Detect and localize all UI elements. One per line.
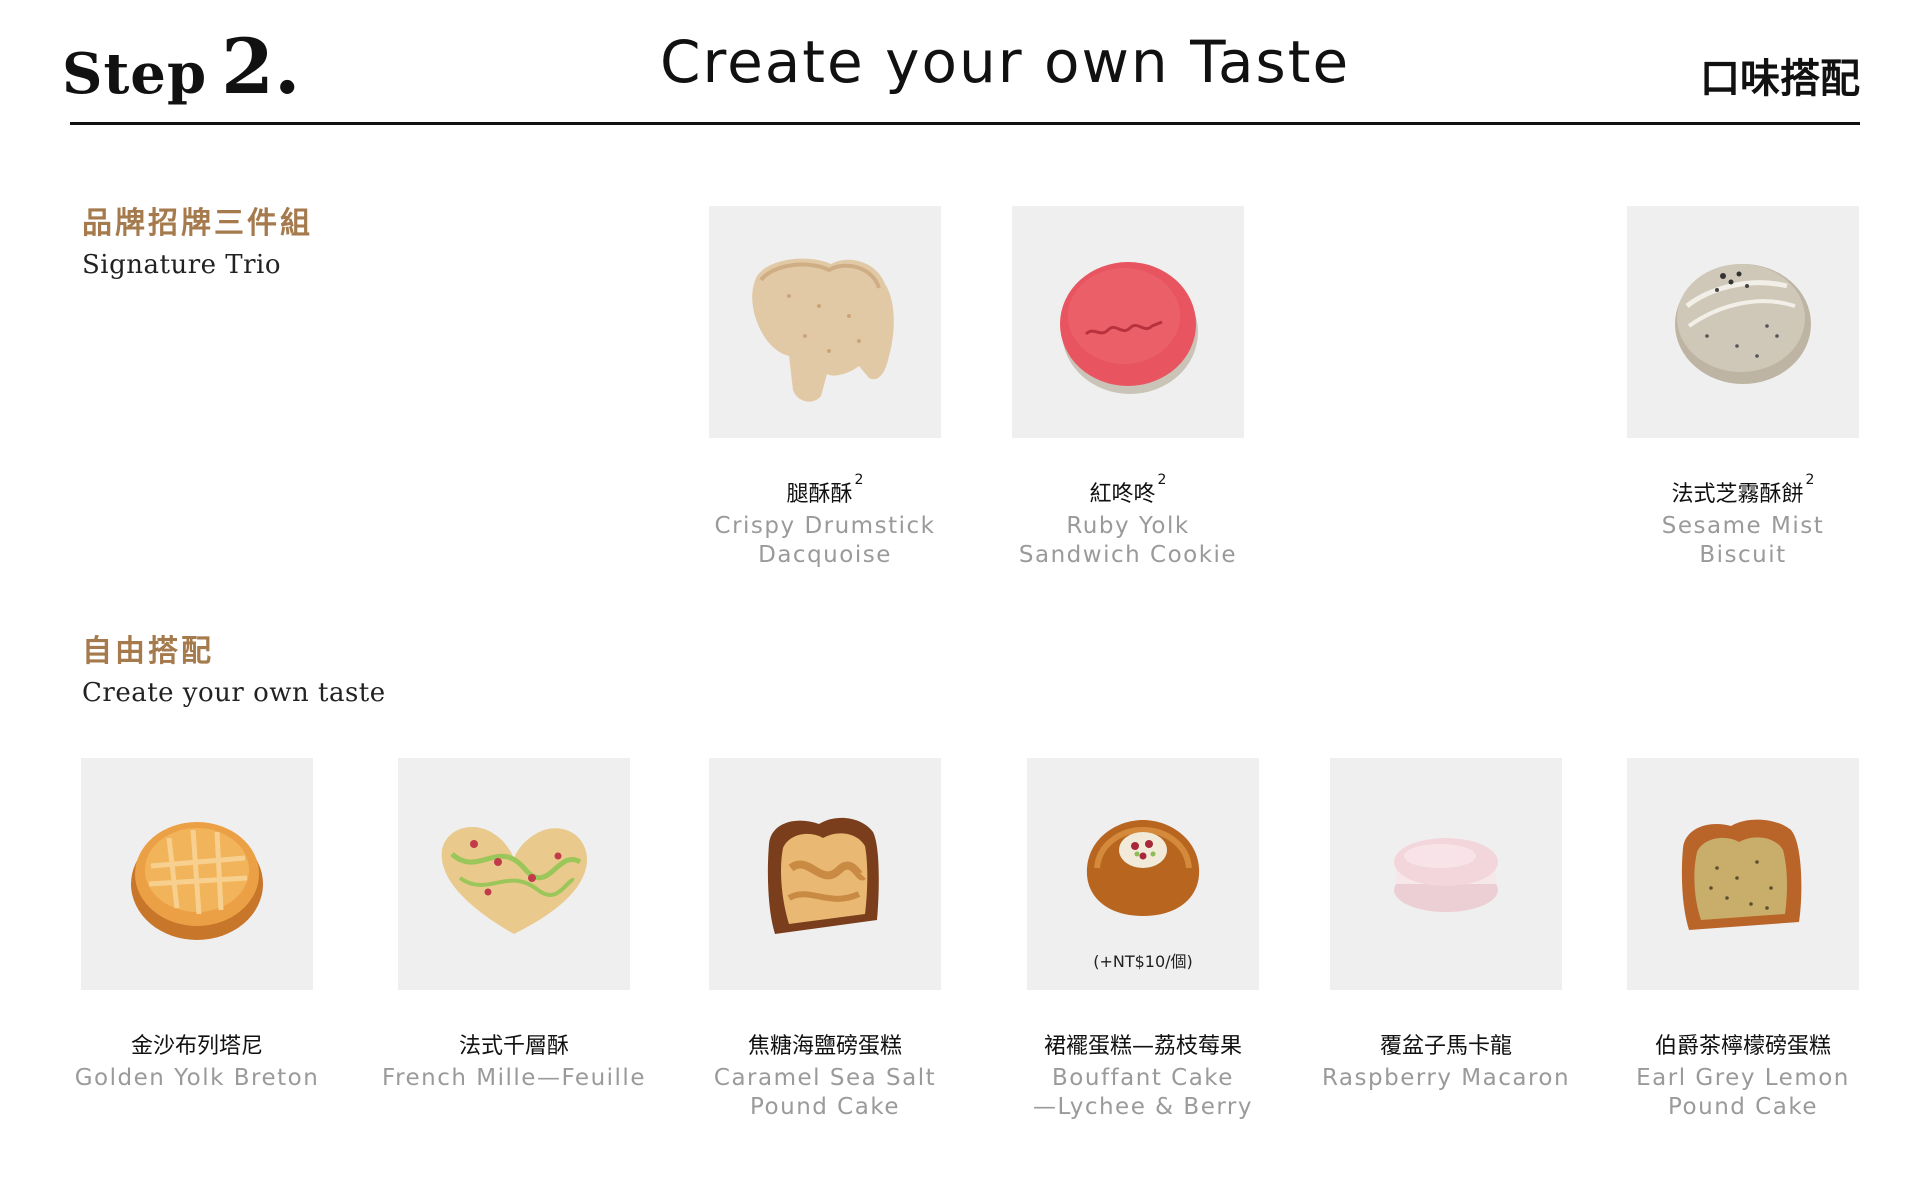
product-name-cn: 法式芝霧酥餅2 — [1578, 472, 1908, 508]
page-header: Step 2. Create your own Taste 口味搭配 — [62, 0, 1860, 125]
product-card-golden-yolk-breton[interactable]: 金沙布列塔尼 Golden Yolk Breton — [32, 758, 362, 1093]
ruby-yolk-cookie-icon — [1060, 262, 1198, 394]
product-name-cn: 伯爵茶檸檬磅蛋糕 — [1578, 1028, 1908, 1060]
product-name-en-line2: Biscuit — [1699, 542, 1787, 568]
custom-section-label: 自由搭配 Create your own taste — [82, 626, 386, 708]
product-name-en-line1: Golden Yolk Breton — [74, 1065, 320, 1091]
page-title-cn: 口味搭配 — [1700, 56, 1860, 102]
product-name-cn-text: 覆盆子馬卡龍 — [1379, 1034, 1512, 1059]
step-word: Step — [62, 41, 208, 107]
product-card-bouffant-cake[interactable]: (+NT$10/個) 裙襬蛋糕—荔枝莓果 Bouffant Cake —Lych… — [978, 758, 1308, 1122]
product-name-en-line2: Sandwich Cookie — [1018, 542, 1238, 568]
product-card-caramel-pound-cake[interactable]: 焦糖海鹽磅蛋糕 Caramel Sea Salt Pound Cake — [660, 758, 990, 1122]
product-name-cn: 腿酥酥2 — [660, 472, 990, 508]
product-name-en-line1: Caramel Sea Salt — [713, 1065, 937, 1091]
product-name-cn: 法式千層酥 — [349, 1028, 679, 1060]
product-name-cn: 金沙布列塔尼 — [32, 1028, 362, 1060]
caramel-pound-cake-icon — [767, 817, 879, 934]
product-name-cn: 覆盆子馬卡龍 — [1281, 1028, 1611, 1060]
product-image: (+NT$10/個) — [1027, 758, 1259, 990]
product-name-cn-text: 焦糖海鹽磅蛋糕 — [747, 1034, 902, 1059]
product-name-en-line2: Dacquoise — [758, 542, 892, 568]
product-name-en-line1: Raspberry Macaron — [1321, 1065, 1571, 1091]
quantity-superscript: 2 — [1805, 472, 1815, 488]
raspberry-macaron-icon — [1394, 838, 1498, 912]
sesame-biscuit-icon — [1675, 264, 1811, 384]
product-name-en-line2: Pound Cake — [1668, 1094, 1818, 1120]
product-name-en-line2: Pound Cake — [750, 1094, 900, 1120]
drumstick-dacquoise-icon — [752, 258, 894, 402]
product-name-en-line1: Ruby Yolk — [1066, 513, 1190, 539]
product-name-en-line1: French Mille—Feuille — [382, 1065, 646, 1091]
product-name-en: Raspberry Macaron — [1281, 1064, 1611, 1093]
step-number: 2. — [221, 22, 301, 111]
product-name-cn: 裙襬蛋糕—荔枝莓果 — [978, 1028, 1308, 1060]
product-image — [1627, 758, 1859, 990]
page-title: Create your own Taste — [660, 28, 1351, 96]
product-card-raspberry-macaron[interactable]: 覆盆子馬卡龍 Raspberry Macaron — [1281, 758, 1611, 1093]
product-name-en-line1: Bouffant Cake — [1052, 1065, 1234, 1091]
product-card-sesame-mist[interactable]: 法式芝霧酥餅2 Sesame Mist Biscuit — [1578, 206, 1908, 570]
product-name-en-line1: Earl Grey Lemon — [1636, 1065, 1850, 1091]
earl-grey-pound-cake-icon — [1681, 819, 1802, 930]
product-name-cn-text: 伯爵茶檸檬磅蛋糕 — [1654, 1034, 1831, 1059]
step-indicator: Step 2. — [62, 22, 300, 111]
product-name-en: Bouffant Cake —Lychee & Berry — [978, 1064, 1308, 1122]
custom-label-en: Create your own taste — [82, 678, 386, 708]
product-card-ruby-yolk[interactable]: 紅咚咚2 Ruby Yolk Sandwich Cookie — [963, 206, 1293, 570]
product-image — [81, 758, 313, 990]
quantity-superscript: 2 — [854, 472, 864, 488]
product-name-cn-text: 腿酥酥 — [786, 482, 853, 507]
product-name-cn-text: 法式千層酥 — [458, 1034, 569, 1059]
product-image — [398, 758, 630, 990]
product-name-cn-text: 紅咚咚 — [1089, 482, 1156, 507]
product-image — [1012, 206, 1244, 438]
product-card-french-mille-feuille[interactable]: 法式千層酥 French Mille—Feuille — [349, 758, 679, 1093]
product-name-cn-text: 裙襬蛋糕—荔枝莓果 — [1043, 1034, 1242, 1059]
price-note: (+NT$10/個) — [1093, 952, 1193, 971]
signature-label-cn: 品牌招牌三件組 — [82, 206, 313, 241]
product-image — [1330, 758, 1562, 990]
product-card-drumstick[interactable]: 腿酥酥2 Crispy Drumstick Dacquoise — [660, 206, 990, 570]
product-name-en: Earl Grey Lemon Pound Cake — [1578, 1064, 1908, 1122]
signature-label-en: Signature Trio — [82, 250, 282, 280]
quantity-superscript: 2 — [1157, 472, 1167, 488]
product-name-cn-text: 法式芝霧酥餅 — [1671, 482, 1804, 507]
product-card-earl-grey-pound-cake[interactable]: 伯爵茶檸檬磅蛋糕 Earl Grey Lemon Pound Cake — [1578, 758, 1908, 1122]
product-image — [709, 758, 941, 990]
palmier-icon — [441, 827, 587, 934]
product-name-en: Ruby Yolk Sandwich Cookie — [963, 512, 1293, 570]
product-name-en-line1: Crispy Drumstick — [714, 513, 936, 539]
product-name-en-line1: Sesame Mist — [1661, 513, 1825, 539]
product-image — [709, 206, 941, 438]
product-name-cn-text: 金沙布列塔尼 — [130, 1034, 263, 1059]
product-name-en: French Mille—Feuille — [349, 1064, 679, 1093]
breton-tart-icon — [131, 822, 263, 940]
signature-section-label: 品牌招牌三件組 Signature Trio — [82, 198, 313, 280]
product-name-en: Sesame Mist Biscuit — [1578, 512, 1908, 570]
product-name-cn: 紅咚咚2 — [963, 472, 1293, 508]
product-name-cn: 焦糖海鹽磅蛋糕 — [660, 1028, 990, 1060]
product-name-en: Crispy Drumstick Dacquoise — [660, 512, 990, 570]
product-name-en: Golden Yolk Breton — [32, 1064, 362, 1093]
custom-label-cn: 自由搭配 — [82, 634, 214, 669]
product-image — [1627, 206, 1859, 438]
product-name-en-line2: —Lychee & Berry — [1033, 1094, 1253, 1120]
product-name-en: Caramel Sea Salt Pound Cake — [660, 1064, 990, 1122]
